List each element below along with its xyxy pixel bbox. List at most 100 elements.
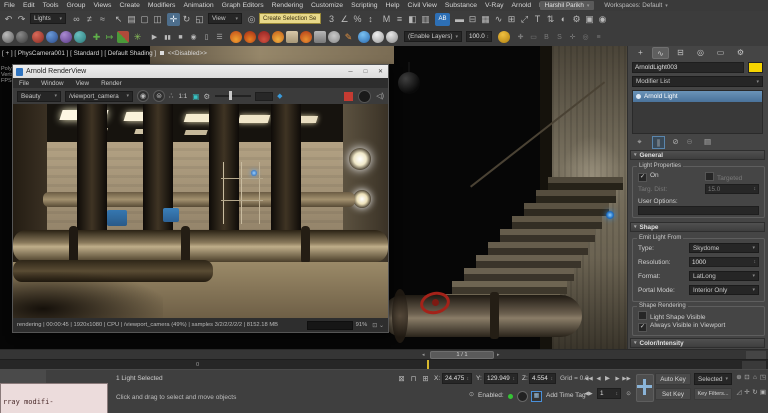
orbit-icon[interactable]: ↻	[751, 387, 759, 398]
link-icon[interactable]	[70, 13, 83, 26]
light-shape-visible-checkbox[interactable]: Light Shape Visible	[638, 311, 706, 321]
key-filters-button[interactable]: Key Filters...	[694, 388, 732, 400]
track-bar[interactable]: 0	[0, 359, 768, 369]
menu-group[interactable]: Group	[63, 2, 90, 9]
render-setup-icon[interactable]	[570, 13, 583, 26]
camera-dropdown[interactable]: /viewport_camera	[65, 91, 133, 102]
menu-file[interactable]: File	[0, 2, 19, 9]
minimize-icon[interactable]: ─	[343, 65, 358, 78]
zoom-all-icon[interactable]: ⊡	[743, 372, 751, 383]
play-circle-icon[interactable]	[187, 31, 200, 44]
grayed-anchor-icon[interactable]: ✛	[566, 31, 579, 44]
next-frame-arrow-icon[interactable]: ▸	[497, 352, 500, 358]
cup-icon[interactable]	[372, 31, 384, 43]
sphere-tool-icon[interactable]	[2, 31, 14, 43]
grayed-target-icon[interactable]: ◎	[579, 31, 592, 44]
table-view-icon[interactable]	[479, 13, 492, 26]
zoom-extents-icon[interactable]: ⌂	[751, 372, 759, 383]
play-animation-icon[interactable]: ▶	[603, 373, 612, 385]
menu-modifiers[interactable]: Modifiers	[144, 2, 180, 9]
format-dropdown[interactable]: LatLong	[689, 271, 759, 281]
status-expand-icon[interactable]: ⊡ ⌄	[372, 322, 384, 329]
pan-icon[interactable]: ✛	[743, 387, 751, 398]
resolution-field[interactable]: 1000	[689, 257, 759, 267]
move-icon[interactable]	[167, 13, 180, 26]
vray-blue-icon[interactable]	[46, 31, 58, 43]
menu-views[interactable]: Views	[89, 2, 115, 9]
zoom-icon[interactable]: ⊕	[735, 372, 743, 383]
selection-set-dropdown[interactable]: Selected	[694, 373, 732, 385]
vray-red-icon[interactable]	[32, 31, 44, 43]
grayed-box-icon[interactable]: ▭	[527, 31, 540, 44]
phoenix-fire2-icon[interactable]	[244, 31, 256, 43]
workspaces-dropdown[interactable]: Workspaces: Default	[600, 1, 672, 10]
stop-icon[interactable]	[174, 31, 187, 44]
scene-explorer-icon[interactable]	[406, 13, 419, 26]
starburst-icon[interactable]: ✳	[131, 31, 144, 44]
field-of-view-icon[interactable]: ◿	[735, 387, 743, 398]
listener-tab[interactable]	[0, 370, 46, 383]
text-tool-icon[interactable]	[531, 13, 544, 26]
camera-viewport[interactable]: [ + ] [ PhysCamera001 ] [ Standard ] [ D…	[0, 46, 627, 349]
select-icon[interactable]	[112, 13, 125, 26]
rotate-icon[interactable]	[180, 13, 193, 26]
menu-rendering[interactable]: Rendering	[268, 2, 307, 9]
maxscript-mini-listener[interactable]: rray modifi-	[0, 383, 108, 413]
coins-icon[interactable]	[498, 31, 510, 43]
rollout-color-intensity-header[interactable]: Color/Intensity	[630, 338, 765, 348]
align-icon[interactable]	[393, 13, 406, 26]
rollout-general-header[interactable]: General	[630, 150, 765, 160]
on-checkbox[interactable]: ✓On	[638, 172, 659, 182]
rv-menu-view[interactable]: View	[70, 80, 96, 87]
exposure-slider[interactable]	[215, 95, 251, 97]
menu-create[interactable]: Create	[115, 2, 143, 9]
snap-3d-icon[interactable]	[325, 13, 338, 26]
speaker-icon[interactable]: ◁)	[376, 92, 384, 100]
pin-stack-icon[interactable]: ⌖	[634, 136, 645, 147]
tab-hierarchy-icon[interactable]: ⊟	[672, 47, 689, 59]
menu-graph-editors[interactable]: Graph Editors	[218, 2, 268, 9]
updown-icon[interactable]	[544, 13, 557, 26]
show-end-result-icon[interactable]: ∥	[652, 136, 665, 149]
selection-filter-dropdown[interactable]: Lights	[30, 13, 66, 24]
set-key-button[interactable]: Set Key	[655, 388, 691, 400]
remove-modifier-icon[interactable]: ⊖	[684, 136, 695, 147]
user-account-button[interactable]: Harshil Parikh	[540, 1, 594, 10]
layers-dropdown[interactable]: (Enable Layers)	[404, 31, 462, 42]
time-slider-end-box[interactable]	[746, 351, 766, 359]
user-options-field[interactable]	[638, 206, 759, 215]
exposure-slider-handle[interactable]	[229, 91, 232, 100]
grayed-stack-icon[interactable]: ≡	[592, 31, 605, 44]
percent-snap-icon[interactable]	[351, 13, 364, 26]
pause-icon[interactable]	[161, 31, 174, 44]
modifier-stack[interactable]: Arnold Light	[632, 90, 763, 134]
z-coordinate-field[interactable]: 4.554	[529, 373, 556, 384]
exposure-value-field[interactable]	[255, 92, 273, 101]
ab-compare-icon[interactable]: AB	[435, 13, 450, 26]
material-editor-icon[interactable]	[557, 13, 570, 26]
absolute-offset-toggle-icon[interactable]: ⊞	[420, 373, 431, 384]
menu-vray[interactable]: V-Ray	[481, 2, 508, 9]
pencil-icon[interactable]: ✎	[342, 31, 355, 44]
menu-civil-view[interactable]: Civil View	[404, 2, 441, 9]
selection-lock-icon[interactable]: ⊓	[408, 373, 419, 384]
zoom-1to1-button[interactable]: 1:1	[178, 93, 187, 100]
portal-mode-dropdown[interactable]: Interior Only	[689, 285, 759, 295]
menu-tools[interactable]: Tools	[39, 2, 63, 9]
liquid-drop-icon[interactable]	[358, 31, 370, 43]
ref-coord-dropdown[interactable]: View	[208, 13, 242, 24]
select-region-icon[interactable]	[138, 13, 151, 26]
vray-purple-icon[interactable]	[60, 31, 72, 43]
zoom-extents-all-icon[interactable]: ◳	[759, 372, 767, 383]
render-icon[interactable]	[596, 13, 609, 26]
schematic-view-icon[interactable]	[505, 13, 518, 26]
vray-teal-icon[interactable]	[74, 31, 86, 43]
go-to-end-icon[interactable]: ▶▶	[622, 373, 631, 385]
time-slider-track[interactable]: ◂ 1 / 1 ▸	[0, 349, 768, 359]
menu-edit[interactable]: Edit	[19, 2, 39, 9]
current-frame-field[interactable]: 1	[597, 388, 621, 399]
large-plus-button[interactable]	[636, 374, 654, 402]
add-time-tag-text[interactable]: Add Time Tag	[546, 392, 586, 399]
mirror-icon[interactable]	[380, 13, 393, 26]
snapshot-icon[interactable]: ⊜	[153, 90, 165, 102]
